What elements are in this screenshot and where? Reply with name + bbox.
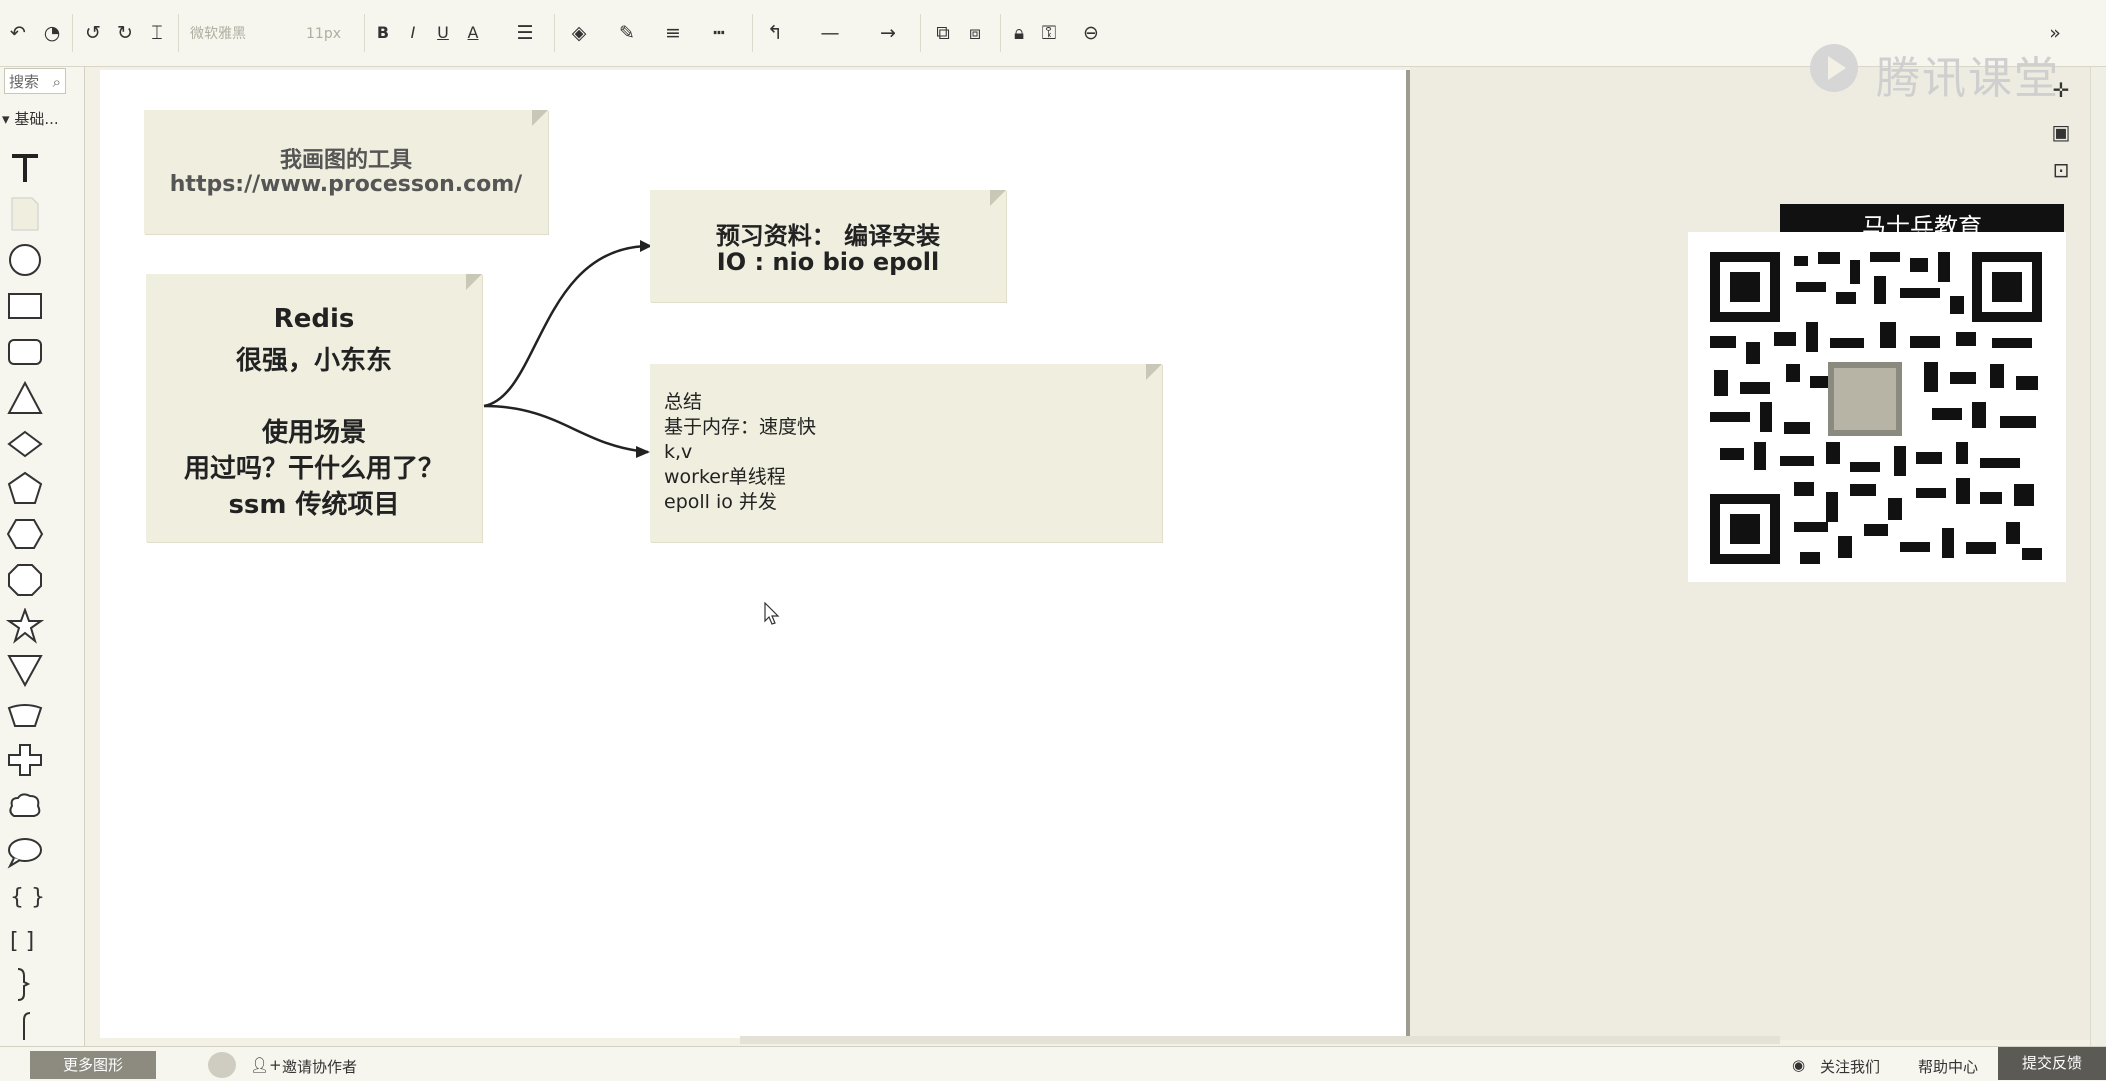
summary-line4: worker单线程 — [664, 466, 786, 488]
help-center-link[interactable]: 帮助中心 — [1918, 1056, 1978, 1077]
note-redis-line5: ssm 传统项目 — [228, 490, 400, 520]
watermark-text: 腾讯课堂 — [1876, 53, 2060, 104]
page-settings-icon[interactable]: ⊡ — [2044, 158, 2078, 188]
avatar[interactable] — [208, 1052, 236, 1078]
horizontal-scrollbar[interactable] — [740, 1036, 1780, 1044]
weibo-icon[interactable]: ◉ — [1792, 1056, 1805, 1074]
note-preparation[interactable]: 预习资料： 编译安装 IO : nio bio epoll — [650, 190, 1006, 302]
more-shapes-button[interactable]: 更多图形 — [30, 1051, 156, 1079]
note-tool-line2: https://www.processon.com/ — [169, 172, 523, 197]
qr-code-image — [1710, 252, 2042, 564]
note-prep-line1: 预习资料： 编译安装 — [715, 222, 941, 250]
summary-line2: 基于内存：速度快 — [664, 416, 817, 438]
tencent-classroom-logo-icon — [1810, 44, 1858, 92]
summary-text: 总结 基于内存：速度快 k,v worker单线程 epoll io 并发 — [664, 390, 816, 515]
feedback-button[interactable]: 提交反馈 — [1998, 1047, 2106, 1080]
format-panel-icon[interactable]: ▣ — [2044, 120, 2078, 150]
note-redis-line4: 用过吗？干什么用了？ — [183, 454, 444, 484]
note-redis-line1: Redis — [273, 304, 355, 334]
summary-line1: 总结 — [664, 391, 703, 413]
note-prep-line2: IO : nio bio epoll — [716, 248, 940, 276]
summary-line5: epoll io 并发 — [664, 491, 777, 513]
note-tool-line1: 我画图的工具 — [279, 148, 412, 173]
note-redis-line2: 很强，小东东 — [235, 346, 392, 376]
add-user-icon[interactable]: 👤︎+ — [250, 1056, 282, 1074]
vertical-scrollbar[interactable] — [2090, 67, 2106, 1046]
summary-line3: k,v — [664, 441, 693, 463]
note-summary[interactable]: 总结 基于内存：速度快 k,v worker单线程 epoll io 并发 — [650, 364, 1162, 542]
note-drawing-tool[interactable]: 我画图的工具 https://www.processon.com/ — [144, 110, 548, 234]
follow-us-link[interactable]: 关注我们 — [1820, 1056, 1880, 1077]
invite-collaborator-button[interactable]: 邀请协作者 — [282, 1056, 357, 1077]
note-redis[interactable]: Redis 很强，小东东 使用场景 用过吗？干什么用了？ ssm 传统项目 — [146, 274, 482, 542]
note-redis-line3: 使用场景 — [261, 418, 366, 448]
mouse-cursor-icon — [764, 602, 780, 625]
